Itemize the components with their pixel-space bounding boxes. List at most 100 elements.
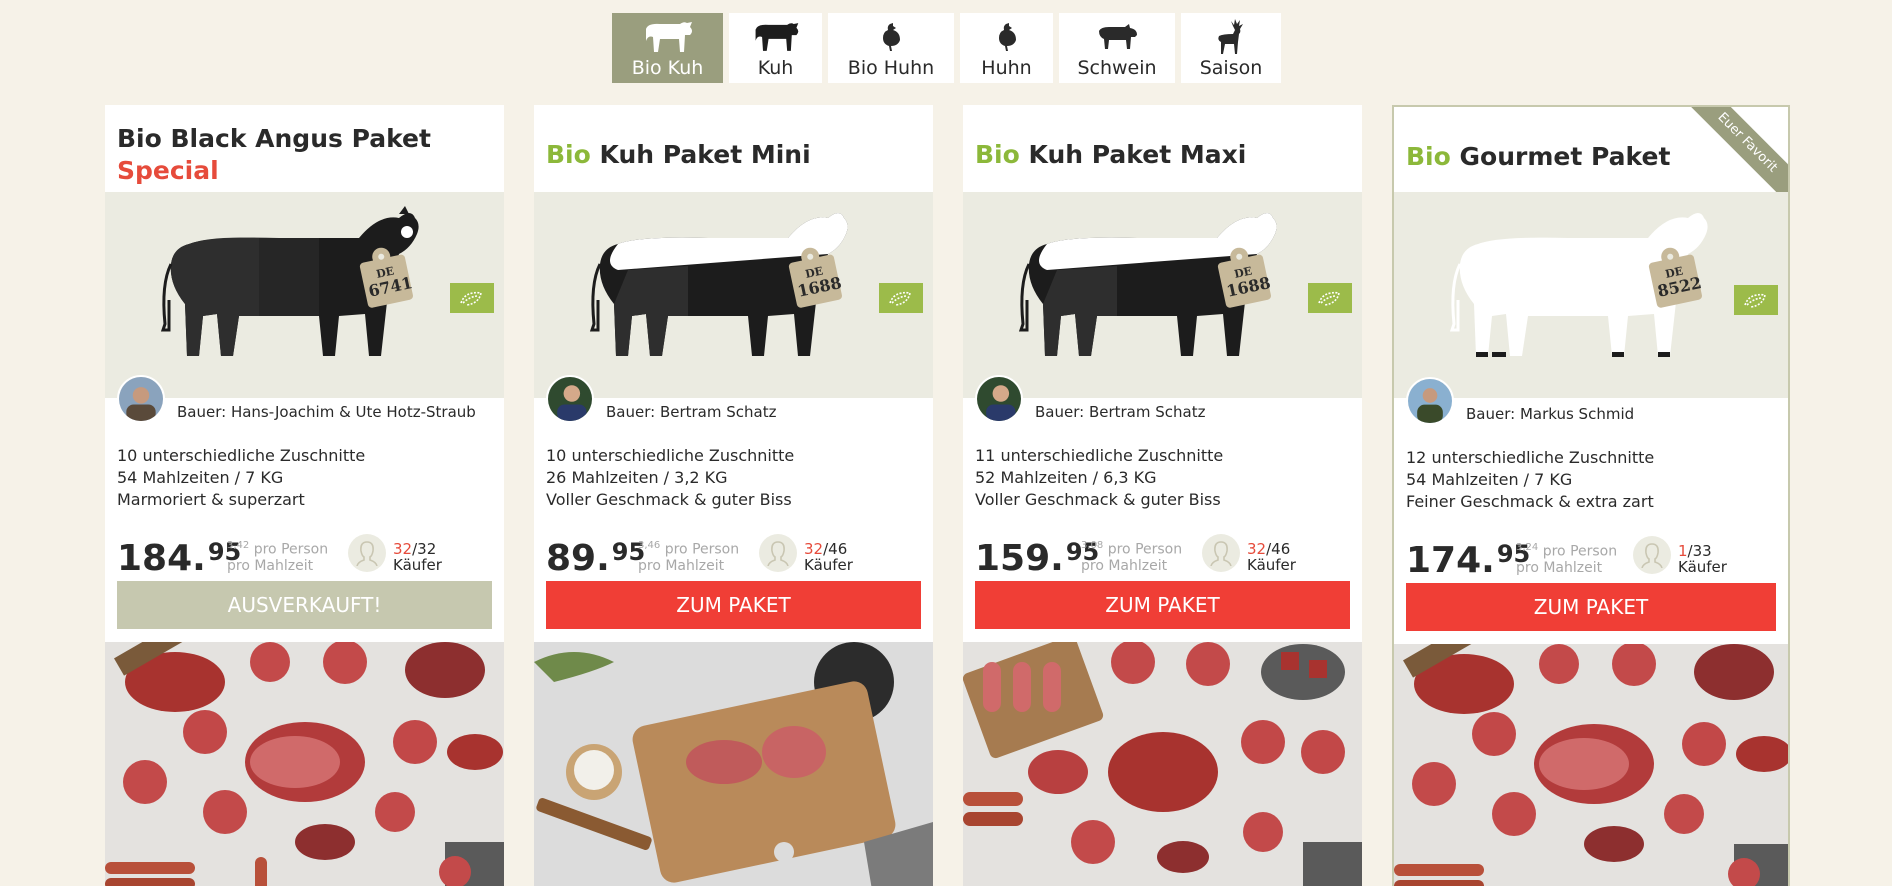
title-bio: Bio (1406, 141, 1451, 171)
eu-organic-badge (879, 283, 923, 313)
per-person-price: 3,42 pro Person pro Mahlzeit (227, 538, 328, 574)
buyers-count: 1/33 Käufer (1678, 543, 1727, 575)
tab-label: Bio Kuh (631, 57, 704, 79)
meat-photo[interactable] (963, 642, 1362, 886)
per-person-label: pro Person (664, 541, 740, 558)
meat-photo[interactable] (105, 642, 504, 886)
feature-list: 12 unterschiedliche Zuschnitte 54 Mahlze… (1406, 447, 1654, 513)
per-meal-label: pro Mahlzeit (227, 557, 314, 574)
feature-item: Voller Geschmack & guter Biss (546, 490, 792, 509)
pig-icon (1095, 17, 1139, 57)
price-main: 174. (1406, 540, 1495, 581)
feature-item: Feiner Geschmack & extra zart (1406, 492, 1654, 511)
price-row: 89.95 3,46 pro Person pro Mahlzeit 32/46… (546, 530, 921, 580)
product-card: Euer Favorit Bio Gourmet Paket DE 8522 B… (1392, 105, 1790, 886)
title-special: Special (117, 155, 219, 185)
title-text: Kuh Paket Maxi (1028, 139, 1247, 169)
person-icon (759, 534, 797, 572)
price-main: 184. (117, 538, 206, 579)
feature-item: 10 unterschiedliche Zuschnitte (117, 446, 366, 465)
feature-item: Marmoriert & superzart (117, 490, 305, 509)
feature-item: 12 unterschiedliche Zuschnitte (1406, 448, 1655, 467)
price-main: 159. (975, 538, 1064, 579)
card-title[interactable]: Bio Black Angus Paket Special (117, 123, 492, 187)
cow-icon (750, 17, 802, 57)
product-card: Bio Black Angus Paket Special DE 6741 Ba… (105, 105, 504, 886)
title-bio: Bio (975, 139, 1020, 169)
buyers-label: Käufer (1678, 558, 1727, 576)
tab-schwein[interactable]: Schwein (1059, 13, 1175, 83)
per-meal-label: pro Mahlzeit (1081, 557, 1168, 574)
price: 174.95 (1406, 540, 1530, 581)
feature-item: 11 unterschiedliche Zuschnitte (975, 446, 1224, 465)
farmer-name: Bauer: Hans-Joachim & Ute Hotz-Straub (177, 403, 476, 421)
price-row: 159.95 3,08 pro Person pro Mahlzeit 32/4… (975, 530, 1350, 580)
per-person-label: pro Person (1107, 541, 1183, 558)
farmer-avatar[interactable] (546, 375, 594, 423)
tab-huhn[interactable]: Huhn (960, 13, 1053, 83)
price-row: 174.95 3,24 pro Person pro Mahlzeit 1/33… (1406, 532, 1776, 582)
chicken-icon (996, 17, 1018, 57)
chicken-icon (880, 17, 902, 57)
per-meal-label: pro Mahlzeit (1516, 559, 1603, 576)
card-header: Bio Black Angus Paket Special (105, 105, 504, 192)
per-person-price: 3,24 pro Person pro Mahlzeit (1516, 540, 1617, 576)
card-header: Bio Kuh Paket Maxi (963, 105, 1362, 192)
eu-organic-badge (450, 283, 494, 313)
feature-item: 54 Mahlzeiten / 7 KG (117, 468, 284, 487)
feature-list: 10 unterschiedliche Zuschnitte 54 Mahlze… (117, 445, 365, 511)
per-person-value: 3,08 (1081, 540, 1104, 551)
card-header: Bio Kuh Paket Mini (534, 105, 933, 192)
cow-cuts-figure: DE 1688 (534, 192, 933, 398)
per-person-price: 3,08 pro Person pro Mahlzeit (1081, 538, 1182, 574)
person-icon (1633, 536, 1671, 574)
buyers-count: 32/32 Käufer (393, 541, 442, 573)
tab-kuh[interactable]: Kuh (729, 13, 822, 83)
card-title[interactable]: Bio Kuh Paket Maxi (975, 139, 1350, 171)
cow-cuts-figure: DE 1688 (963, 192, 1362, 398)
price: 89.95 (546, 538, 645, 579)
farmer-name: Bauer: Markus Schmid (1466, 405, 1635, 423)
farmer-name: Bauer: Bertram Schatz (1035, 403, 1206, 421)
sold-out-button[interactable]: AUSVERKAUFT! (117, 581, 492, 629)
eu-organic-badge (1734, 285, 1778, 315)
to-package-button[interactable]: ZUM PAKET (546, 581, 921, 629)
farmer-avatar[interactable] (117, 375, 165, 423)
product-card: Bio Kuh Paket Maxi DE 1688 Bauer: Bertra… (963, 105, 1362, 886)
title-bio: Bio (546, 139, 591, 169)
to-package-button[interactable]: ZUM PAKET (1406, 583, 1776, 631)
farmer-avatar[interactable] (975, 375, 1023, 423)
per-person-label: pro Person (1542, 543, 1618, 560)
card-title[interactable]: Bio Gourmet Paket (1406, 141, 1776, 173)
deer-icon (1213, 17, 1249, 57)
per-person-value: 3,46 (638, 540, 661, 551)
tab-bio-huhn[interactable]: Bio Huhn (828, 13, 954, 83)
person-icon (1202, 534, 1240, 572)
price: 184.95 (117, 538, 241, 579)
to-package-button[interactable]: ZUM PAKET (975, 581, 1350, 629)
price-main: 89. (546, 538, 610, 579)
tab-label: Bio Huhn (847, 57, 935, 79)
feature-item: 26 Mahlzeiten / 3,2 KG (546, 468, 728, 487)
per-person-value: 3,24 (1516, 542, 1539, 553)
eu-organic-badge (1308, 283, 1352, 313)
farmer-avatar[interactable] (1406, 377, 1454, 425)
tab-bio-kuh[interactable]: Bio Kuh (612, 13, 723, 83)
card-title[interactable]: Bio Kuh Paket Mini (546, 139, 921, 171)
per-person-label: pro Person (253, 541, 329, 558)
feature-item: Voller Geschmack & guter Biss (975, 490, 1221, 509)
per-person-value: 3,42 (227, 540, 250, 551)
tab-label: Huhn (981, 57, 1032, 79)
buyers-label: Käufer (804, 556, 853, 574)
buyers-count: 32/46 Käufer (1247, 541, 1296, 573)
cow-icon (640, 17, 696, 57)
product-card: Bio Kuh Paket Mini DE 1688 Bauer: Bertra… (534, 105, 933, 886)
meat-photo[interactable] (534, 642, 933, 886)
title-text: Bio Black Angus Paket (117, 123, 431, 153)
price-row: 184.95 3,42 pro Person pro Mahlzeit 32/3… (117, 530, 492, 580)
meat-photo[interactable] (1394, 644, 1788, 886)
tab-saison[interactable]: Saison (1181, 13, 1281, 83)
tab-label: Saison (1199, 57, 1263, 79)
cow-cuts-figure: DE 8522 (1394, 192, 1788, 398)
title-text: Kuh Paket Mini (599, 139, 811, 169)
